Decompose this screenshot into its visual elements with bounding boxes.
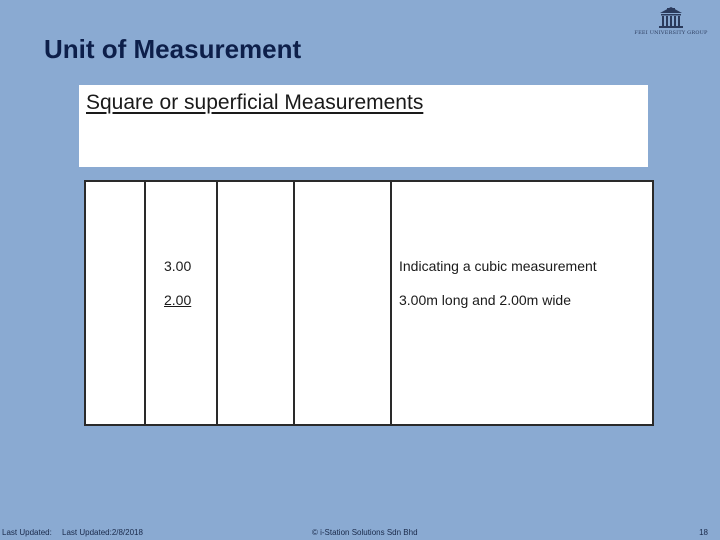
table-cell-value: 2.00 xyxy=(164,292,192,308)
subtitle-panel: Square or superficial Measurements xyxy=(79,85,648,167)
page-number: 18 xyxy=(699,528,708,537)
column-divider xyxy=(144,182,146,424)
table-cell-description: Indicating a cubic measurement xyxy=(399,258,597,274)
table-cell-value: 3.00 xyxy=(164,258,192,274)
footer-copyright: © i-Station Solutions Sdn Bhd xyxy=(312,528,418,537)
slide-title: Unit of Measurement xyxy=(44,34,302,64)
subtitle: Square or superficial Measurements xyxy=(86,91,424,114)
table-cell-description: 3.00m long and 2.00m wide xyxy=(399,292,571,308)
building-icon xyxy=(659,7,683,28)
column-divider xyxy=(293,182,295,424)
column-divider xyxy=(390,182,392,424)
footer-updated-value: Last Updated:2/8/2018 xyxy=(62,528,143,537)
footer-updated-label: Last Updated: xyxy=(2,528,52,537)
column-divider xyxy=(216,182,218,424)
university-logo: FEEI UNIVERSITY GROUP xyxy=(626,6,716,38)
logo-text: FEEI UNIVERSITY GROUP xyxy=(634,30,708,36)
measurement-table: 3.00 Indicating a cubic measurement 2.00… xyxy=(84,180,654,426)
